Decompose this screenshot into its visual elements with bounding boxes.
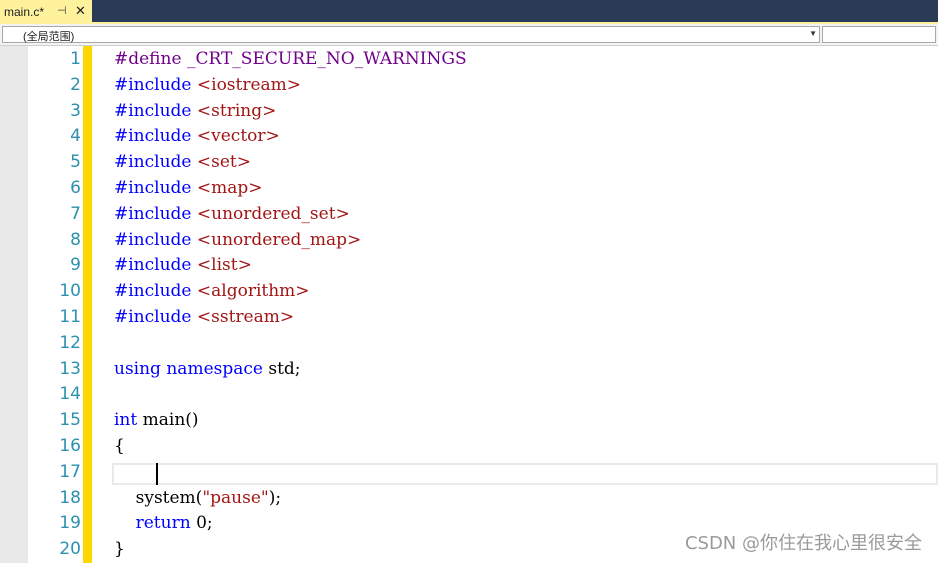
code-line[interactable]: int main() [114, 410, 199, 430]
code-line[interactable]: using namespace std; [114, 359, 301, 379]
line-number: 11 [59, 307, 81, 327]
code-token: #include [114, 74, 197, 95]
tab-title: main.c* [4, 5, 45, 19]
code-token: <list> [196, 255, 252, 276]
line-number: 9 [70, 255, 81, 276]
line-number: 4 [70, 126, 81, 147]
line-number: 6 [70, 178, 81, 198]
line-number: 19 [59, 513, 81, 534]
code-token: #include [114, 281, 197, 302]
code-line[interactable]: #include <string> [114, 101, 276, 121]
code-line[interactable]: #include <unordered_map> [114, 230, 361, 250]
line-number: 15 [59, 410, 81, 431]
line-number: 12 [59, 332, 81, 353]
code-line[interactable]: system("pause"); [114, 488, 281, 508]
close-icon[interactable]: ✕ [75, 3, 86, 19]
line-number: 5 [70, 152, 81, 173]
current-line-highlight [112, 462, 938, 485]
code-token: <vector> [196, 126, 280, 147]
line-number: 2 [70, 74, 81, 95]
code-line[interactable]: #include <sstream> [114, 307, 294, 327]
code-line[interactable]: #include <vector> [114, 126, 280, 146]
code-token: using [114, 358, 167, 379]
code-line[interactable]: } [114, 539, 125, 559]
code-line[interactable]: #include <algorithm> [114, 281, 310, 301]
code-token: #define [114, 49, 182, 69]
member-dropdown[interactable] [822, 26, 936, 43]
line-number: 1 [70, 49, 81, 69]
line-number: 14 [59, 384, 81, 405]
code-token: #include [114, 152, 197, 173]
code-token: namespace [166, 358, 269, 379]
scope-dropdown[interactable]: (全局范围) ▼ [2, 26, 820, 43]
navigation-bar: (全局范围) ▼ [0, 24, 938, 46]
code-token: <unordered_set> [196, 203, 350, 224]
code-token: #include [114, 178, 197, 198]
code-token: <iostream> [196, 74, 302, 95]
code-line[interactable]: #include <list> [114, 255, 252, 275]
code-line[interactable]: #include <unordered_set> [114, 204, 350, 224]
code-token: #include [114, 307, 197, 327]
code-token: <string> [196, 100, 277, 121]
text-caret [156, 462, 158, 485]
code-token: #include [114, 126, 197, 147]
indicator-margin [0, 46, 28, 563]
line-number: 8 [70, 229, 81, 250]
code-token: <sstream> [196, 307, 295, 327]
code-token: return [135, 513, 197, 534]
code-line[interactable]: { [114, 436, 125, 456]
code-editor[interactable]: #define _CRT_SECURE_NO_WARNINGS #include … [92, 46, 938, 563]
code-token: { [114, 436, 125, 456]
code-token: std; [268, 358, 301, 379]
code-token: #include [114, 255, 197, 276]
code-line[interactable]: #include <map> [114, 178, 263, 198]
code-token: int [114, 410, 143, 431]
code-token: <algorithm> [196, 281, 310, 302]
line-number: 7 [70, 203, 81, 224]
code-line[interactable]: #include <set> [114, 152, 251, 172]
code-token: system( [114, 487, 203, 508]
change-tracking-bar [83, 46, 92, 563]
watermark: CSDN @你住在我心里很安全 [684, 533, 922, 554]
line-number: 20 [59, 539, 81, 560]
code-line[interactable]: return 0; [114, 513, 213, 533]
tab-main-c[interactable]: main.c* ⊣ ✕ [0, 0, 92, 24]
line-number: 10 [59, 281, 81, 302]
code-token: _CRT_SECURE_NO_WARNINGS [181, 49, 467, 69]
code-token: <map> [196, 178, 263, 198]
chevron-down-icon: ▼ [809, 29, 817, 38]
code-line[interactable]: #define _CRT_SECURE_NO_WARNINGS [114, 49, 467, 69]
code-token: 0; [196, 513, 213, 534]
code-token: "pause" [202, 487, 269, 508]
scope-value: (全局范围) [23, 31, 75, 43]
code-token: main() [142, 410, 199, 431]
line-number: 18 [59, 487, 81, 508]
code-line[interactable]: #include <iostream> [114, 75, 301, 95]
code-token: #include [114, 203, 197, 224]
code-token: <unordered_map> [196, 229, 362, 250]
line-number: 3 [70, 100, 81, 121]
code-token: #include [114, 100, 197, 121]
document-tab-strip: main.c* ⊣ ✕ [0, 0, 938, 24]
code-token: #include [114, 229, 197, 250]
line-number: 16 [59, 436, 81, 456]
line-number: 13 [59, 358, 81, 379]
code-token: <set> [196, 152, 251, 173]
pin-icon[interactable]: ⊣ [57, 4, 67, 17]
line-number-gutter: 1 2 3 4 5 6 7 8 9 10 11 12 13 14 15 16 17 18 19 20 [28, 46, 83, 563]
line-number: 17 [59, 461, 81, 482]
code-token: ); [268, 487, 282, 508]
code-line[interactable] [114, 462, 136, 482]
code-token: } [114, 539, 125, 560]
